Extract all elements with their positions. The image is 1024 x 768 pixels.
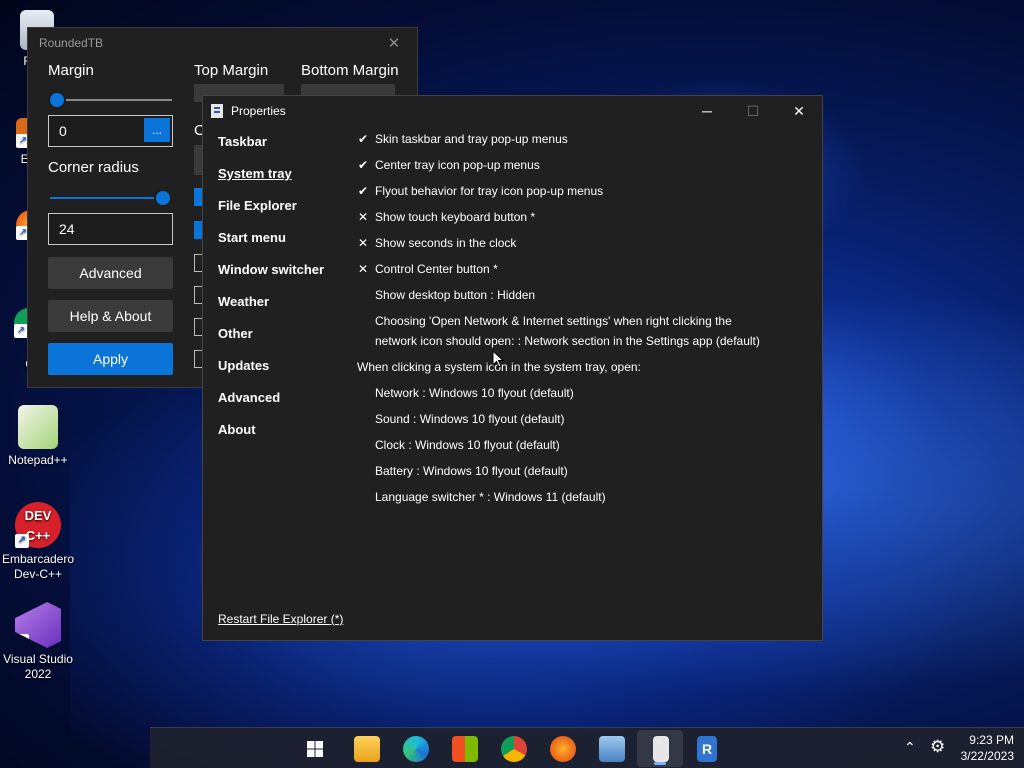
top-margin-label: Top Margin [194, 62, 269, 79]
nav-advanced[interactable]: Advanced [218, 390, 280, 405]
option-flyout-behavior[interactable]: Flyout behavior for tray icon pop-up men… [375, 184, 603, 198]
clock-time: 9:23 PM [969, 733, 1014, 747]
advanced-button[interactable]: Advanced [48, 257, 173, 289]
corner-radius-slider[interactable] [50, 189, 172, 207]
option-center-tray-menus[interactable]: Center tray icon pop-up menus [375, 158, 540, 172]
option-show-seconds[interactable]: Show seconds in the clock [375, 236, 516, 250]
roundedtb-title: RoundedTB [39, 36, 104, 50]
properties-app-icon [211, 104, 223, 118]
option-network-flyout[interactable]: Network : Windows 10 flyout (default) [375, 386, 574, 400]
roundedtb-titlebar: RoundedTB ✕ [28, 28, 417, 58]
margin-slider-thumb[interactable] [48, 91, 66, 109]
chrome-taskbar-icon[interactable] [501, 736, 527, 762]
nav-weather[interactable]: Weather [218, 294, 269, 309]
check-icon: ✔ [358, 184, 369, 198]
roundedtb-icon[interactable]: R [697, 736, 717, 762]
nav-start-menu[interactable]: Start menu [218, 230, 286, 245]
microsoft-store-icon[interactable] [452, 736, 478, 762]
desktop-icon-embarcadero-dev-cpp[interactable]: DEV C++ ↗ Embarcadero Dev-C++ [0, 502, 78, 582]
option-clock-flyout[interactable]: Clock : Windows 10 flyout (default) [375, 438, 560, 452]
photos-icon[interactable] [599, 736, 625, 762]
margin-value: 0 [59, 123, 67, 139]
taskbar-clock[interactable]: 9:23 PM 3/22/2023 [961, 732, 1014, 764]
corner-radius-slider-thumb[interactable] [154, 189, 172, 207]
restart-file-explorer-link[interactable]: Restart File Explorer (*) [218, 612, 343, 626]
option-language-switcher[interactable]: Language switcher * : Windows 11 (defaul… [375, 490, 606, 504]
help-about-button[interactable]: Help & About [48, 300, 173, 332]
bottom-margin-label: Bottom Margin [301, 62, 399, 79]
option-sound-flyout[interactable]: Sound : Windows 10 flyout (default) [375, 412, 564, 426]
desktop-icon-notepad-plus-plus[interactable]: Notepad++ [0, 405, 78, 468]
mouse-cursor-icon [492, 350, 504, 368]
desktop-icon-visual-studio-2022[interactable]: ↗ Visual Studio 2022 [0, 602, 78, 682]
margin-slider[interactable] [48, 91, 172, 109]
nav-file-explorer[interactable]: File Explorer [218, 198, 297, 213]
nav-window-switcher[interactable]: Window switcher [218, 262, 324, 277]
option-touch-keyboard[interactable]: Show touch keyboard button * [375, 210, 535, 224]
check-icon: ✔ [358, 158, 369, 172]
clock-date: 3/22/2023 [960, 749, 1014, 763]
margin-input[interactable]: 0 ... [48, 115, 173, 147]
start-icon[interactable] [307, 741, 323, 757]
nav-taskbar[interactable]: Taskbar [218, 134, 267, 149]
nav-about[interactable]: About [218, 422, 256, 437]
minimize-button[interactable]: ─ [684, 96, 730, 126]
corner-radius-label: Corner radius [48, 159, 139, 176]
corner-radius-input[interactable]: 24 [48, 213, 173, 245]
properties-titlebar: Properties ─ ☐ ✕ [203, 96, 822, 126]
firefox-taskbar-icon[interactable] [550, 736, 576, 762]
option-battery-flyout[interactable]: Battery : Windows 10 flyout (default) [375, 464, 568, 478]
roundedtb-close-button[interactable]: ✕ [371, 28, 417, 58]
corner-radius-value: 24 [59, 221, 75, 237]
visual-studio-icon: ↗ [15, 602, 61, 648]
maximize-button[interactable]: ☐ [730, 96, 776, 126]
option-network-settings-line1[interactable]: Choosing 'Open Network & Internet settin… [375, 314, 732, 328]
explorer-patcher-icon[interactable] [653, 736, 669, 762]
apply-button[interactable]: Apply [48, 343, 173, 375]
chevron-up-icon[interactable]: ⌃ [904, 739, 916, 756]
edge-icon[interactable] [403, 736, 429, 762]
notepad-plus-plus-icon [18, 405, 58, 449]
check-icon: ✔ [358, 132, 369, 146]
cross-icon: ✕ [358, 210, 369, 224]
nav-system-tray[interactable]: System tray [218, 166, 292, 181]
option-show-desktop[interactable]: Show desktop button : Hidden [375, 288, 535, 302]
cross-icon: ✕ [358, 262, 369, 276]
file-explorer-icon[interactable] [354, 736, 380, 762]
taskbar: R ⌃ ⚙ 9:23 PM 3/22/2023 [150, 727, 1024, 768]
gear-icon[interactable]: ⚙ [930, 737, 945, 757]
dev-cpp-icon: DEV C++ ↗ [15, 502, 61, 548]
nav-updates[interactable]: Updates [218, 358, 269, 373]
close-button[interactable]: ✕ [776, 96, 822, 126]
option-skin-taskbar-menus[interactable]: Skin taskbar and tray pop-up menus [375, 132, 568, 146]
option-control-center[interactable]: Control Center button * [375, 262, 498, 276]
margin-label: Margin [48, 62, 94, 79]
nav-other[interactable]: Other [218, 326, 253, 341]
margin-more-button[interactable]: ... [144, 118, 170, 142]
cross-icon: ✕ [358, 236, 369, 250]
option-network-settings-line2[interactable]: network icon should open: : Network sect… [375, 334, 760, 348]
properties-window: Properties ─ ☐ ✕ Taskbar System tray Fil… [202, 95, 823, 641]
properties-title: Properties [231, 104, 286, 118]
